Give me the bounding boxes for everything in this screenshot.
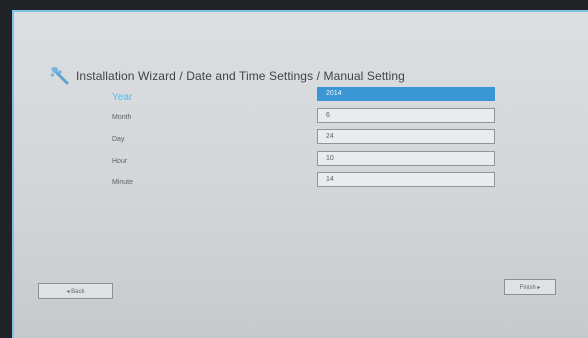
wizard-screen: Installation Wizard / Date and Time Sett… — [12, 10, 588, 338]
minute-field[interactable]: 14 — [317, 172, 495, 187]
month-label: Month — [112, 114, 132, 121]
hour-field[interactable]: 10 — [317, 151, 495, 166]
back-button[interactable]: ◂ Back — [38, 283, 113, 299]
month-field[interactable]: 6 — [317, 108, 495, 123]
header: Installation Wizard / Date and Time Sett… — [50, 66, 405, 86]
day-field[interactable]: 24 — [317, 129, 495, 144]
day-label: Day — [112, 136, 125, 143]
year-field[interactable]: 2014 — [317, 87, 495, 101]
finish-button[interactable]: Finish ▸ — [504, 279, 556, 295]
hour-label: Hour — [112, 158, 128, 165]
year-label: Year — [112, 92, 133, 103]
page-title: Installation Wizard / Date and Time Sett… — [76, 69, 405, 83]
minute-label: Minute — [112, 179, 134, 186]
wand-icon — [50, 67, 69, 85]
